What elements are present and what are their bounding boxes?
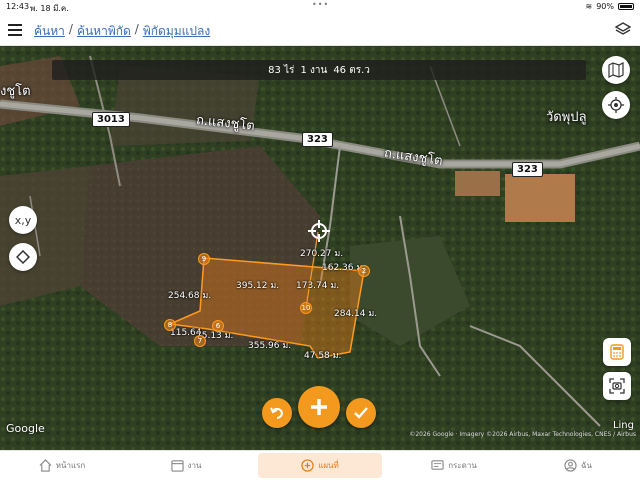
confirm-button[interactable] <box>346 398 376 428</box>
layers-icon[interactable] <box>614 20 632 38</box>
coordinate-input-button[interactable]: x,y <box>9 206 37 234</box>
segment-length: 355.96 ม. <box>248 341 292 351</box>
wifi-icon: ≋ <box>585 2 593 11</box>
undo-icon <box>270 407 284 419</box>
app-header: ค้นหา / ค้นหาพิกัด / พิกัดมุมแปลง <box>0 14 640 46</box>
add-map-icon <box>301 459 314 472</box>
breadcrumb-separator: / <box>68 22 73 36</box>
vertex-marker[interactable]: 9 <box>198 253 210 265</box>
undo-button[interactable] <box>262 398 292 428</box>
my-location-button[interactable] <box>602 91 630 119</box>
vertex-marker[interactable]: 10 <box>300 302 312 314</box>
nav-profile-label: ฉัน <box>581 461 592 470</box>
vertex-marker[interactable]: 2 <box>358 265 370 277</box>
nav-tasks[interactable]: งาน <box>124 451 248 480</box>
more-dots-icon[interactable]: ••• <box>312 0 329 9</box>
user-icon <box>564 459 577 472</box>
bottom-navigation: หน้าแรก งาน แผนที่ กระดาน ฉัน <box>0 450 640 480</box>
crosshair-icon <box>308 220 330 242</box>
calculator-icon <box>610 344 624 360</box>
area-rai: 83 ไร่ <box>268 64 295 76</box>
nav-tasks-label: งาน <box>187 461 202 470</box>
nav-map-label: แผนที่ <box>318 461 339 470</box>
place-label: งชูโต <box>0 84 31 99</box>
nav-profile[interactable]: ฉัน <box>516 451 640 480</box>
battery-icon <box>618 3 634 10</box>
nav-board[interactable]: กระดาน <box>392 451 516 480</box>
map-icon <box>608 62 624 78</box>
ling-label: Ling <box>612 420 634 431</box>
segment-length: 254.68 ม. <box>168 291 212 301</box>
area-summary-bar: 83 ไร่ 1 งาน 46 ตร.ว <box>52 60 586 80</box>
google-logo: Google <box>6 422 45 435</box>
breadcrumb-plot-corner-coordinates[interactable]: พิกัดมุมแปลง <box>143 22 210 41</box>
segment-length: 270.27 ม. <box>300 249 344 259</box>
breadcrumb: ค้นหา / ค้นหาพิกัด / พิกัดมุมแปลง <box>34 22 210 41</box>
nav-home-label: หน้าแรก <box>55 461 86 470</box>
route-shield: 3013 <box>92 112 130 127</box>
nav-board-label: กระดาน <box>448 461 477 470</box>
route-shield: 323 <box>302 132 333 147</box>
segment-length: 395.12 ม. <box>236 281 280 291</box>
place-label-temple: วัดพุปลู <box>546 110 587 125</box>
route-shield: 323 <box>512 162 543 177</box>
locate-icon <box>608 97 624 113</box>
map-attribution: ©2026 Google · Imagery ©2026 Airbus, Max… <box>409 431 636 438</box>
plus-icon <box>311 399 327 415</box>
nav-map[interactable]: แผนที่ <box>258 453 382 478</box>
vertex-marker[interactable]: 7 <box>194 335 206 347</box>
breadcrumb-search-coordinates[interactable]: ค้นหาพิกัด <box>77 22 131 41</box>
vertex-marker[interactable]: 8 <box>164 319 176 331</box>
message-icon <box>431 460 444 470</box>
check-icon <box>354 407 368 419</box>
map-view-button[interactable] <box>602 56 630 84</box>
status-time: 12:43 <box>6 2 30 11</box>
breadcrumb-separator: / <box>134 22 139 36</box>
menu-icon[interactable] <box>8 24 22 36</box>
add-point-button[interactable] <box>298 386 340 428</box>
segment-length: 173.74 ม. <box>296 281 340 291</box>
camera-frame-icon <box>609 378 625 394</box>
status-bar: 12:43 พ. 18 มี.ค. ••• ≋ 90% <box>0 0 640 14</box>
area-wa: 46 ตร.ว <box>333 64 370 76</box>
polygon-tool-button[interactable] <box>9 243 37 271</box>
screenshot-button[interactable] <box>603 372 631 400</box>
battery-percent: 90% <box>596 2 614 11</box>
area-ngan: 1 งาน <box>300 64 328 76</box>
calculator-button[interactable] <box>603 338 631 366</box>
calendar-icon <box>170 460 184 472</box>
segment-length: 284.14 ม. <box>334 309 378 319</box>
xy-label: x,y <box>14 213 32 227</box>
status-right: ≋ 90% <box>586 2 634 11</box>
satellite-map[interactable]: 83 ไร่ 1 งาน 46 ตร.ว งชูโต วัดพุปลู ถ.แส… <box>0 46 640 450</box>
vertex-marker[interactable]: 6 <box>212 320 224 332</box>
home-icon <box>39 459 52 472</box>
breadcrumb-search[interactable]: ค้นหา <box>34 22 65 41</box>
diamond-icon <box>16 250 30 264</box>
nav-home[interactable]: หน้าแรก <box>0 451 124 480</box>
segment-length: 47.58 ม. <box>304 351 342 361</box>
